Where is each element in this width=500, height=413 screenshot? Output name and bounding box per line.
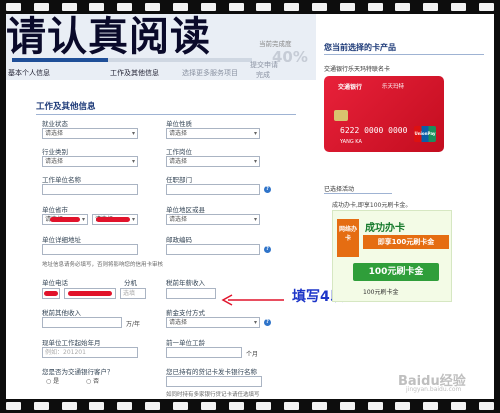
card-number: 6222 0000 0000 <box>340 126 408 135</box>
employment-status-select[interactable]: 请选择 <box>42 128 138 139</box>
selected-activity-label: 已选择活动 <box>324 186 355 193</box>
existing-customer-yes-label: 是 <box>53 378 60 385</box>
postal-code-input[interactable] <box>166 244 260 255</box>
recommender-note: 如同时持有多家银行贷记卡请任选填写 <box>166 392 260 398</box>
company-name-input[interactable] <box>42 184 138 195</box>
employment-status-label: 就业状态 <box>42 120 68 128</box>
company-nature-select[interactable]: 请选择 <box>166 128 260 139</box>
unionpay-logo-icon: UnionPay <box>414 126 436 142</box>
department-input[interactable] <box>166 184 260 195</box>
existing-customer-no[interactable]: ○ 否 <box>86 376 99 385</box>
promo-subline: 即享100元刷卡金 <box>363 235 449 249</box>
other-income-unit: 万/年 <box>126 321 141 328</box>
work-start-label: 现单位工作起始年月 <box>42 339 101 347</box>
company-name-label: 工作单位名称 <box>42 176 81 184</box>
promo-text: 成功办卡,即享100元刷卡金。 <box>332 202 412 209</box>
phone-ext-input[interactable]: 选填 <box>120 288 146 299</box>
company-address-input[interactable] <box>42 244 138 255</box>
other-income-label: 税前其他收入 <box>42 309 81 317</box>
step-work-info: 工作及其他信息 <box>110 69 159 77</box>
card-bank-name: 交通银行 <box>338 84 363 91</box>
address-note: 地址信息请务必填写，否则将影响您的信用卡审核 <box>42 262 164 268</box>
form-title-wrap: 工作及其他信息 <box>36 100 306 112</box>
promo-caption: 100元刷卡金 <box>363 289 399 296</box>
redaction-mark <box>44 291 58 296</box>
step-header: 请认真阅读 基本个人信息 工作及其他信息 选择更多服务项目 提交申请 完成 当前… <box>6 14 316 80</box>
promo-gift: 100元刷卡金 <box>353 263 439 281</box>
position-label: 工作岗位 <box>166 148 192 156</box>
film-perforations-bottom <box>6 399 494 413</box>
right-panel-divider <box>324 54 484 55</box>
salary-method-select[interactable]: 请选择 <box>166 317 260 328</box>
annotation-arrow-icon <box>221 294 284 306</box>
prev-job-years-input[interactable] <box>166 347 242 358</box>
industry-label: 行业类别 <box>42 148 68 156</box>
card-product-name: 交通银行乐天玛特联名卡 <box>324 66 391 73</box>
other-income-input[interactable] <box>42 317 122 328</box>
pre-tax-income-label: 税前年薪收入 <box>166 279 205 287</box>
step-progress-fill <box>12 58 108 62</box>
application-page: 请认真阅读 基本个人信息 工作及其他信息 选择更多服务项目 提交申请 完成 当前… <box>6 14 494 399</box>
step-more-services: 选择更多服务项目 <box>182 69 238 77</box>
company-nature-label: 单位性质 <box>166 120 192 128</box>
step-done: 完成 <box>256 71 270 79</box>
progress-label: 当前完成度 <box>259 40 292 48</box>
form-divider <box>36 114 296 115</box>
recommender-label: 您已持有的贷记卡发卡银行名称 <box>166 368 257 376</box>
company-phone-label: 单位电话 <box>42 279 68 287</box>
film-perforations-top <box>6 0 494 14</box>
card-holder: YANG KA <box>340 139 362 145</box>
form-title: 工作及其他信息 <box>36 102 96 112</box>
existing-customer-label: 您是否为交通银行客户？ <box>42 368 114 376</box>
selected-activity-divider <box>324 193 392 194</box>
redaction-mark <box>68 291 112 296</box>
card-chip-icon <box>334 110 348 121</box>
recommender-input[interactable] <box>166 376 262 387</box>
film-frame: 请认真阅读 基本个人信息 工作及其他信息 选择更多服务项目 提交申请 完成 当前… <box>0 0 500 413</box>
prev-job-years-unit: 个月 <box>246 351 259 358</box>
company-district-label: 单位地区或县 <box>166 206 205 214</box>
redaction-mark <box>96 217 130 222</box>
existing-customer-yes[interactable]: ○ 是 <box>46 376 59 385</box>
company-address-label: 单位详细地址 <box>42 236 81 244</box>
overlay-title: 请认真阅读 <box>6 14 211 60</box>
credit-card-image: 交通银行 乐天玛特 6222 0000 0000 YANG KA UnionPa… <box>324 76 444 152</box>
position-select[interactable]: 请选择 <box>166 156 260 167</box>
salary-method-help-icon[interactable]: ? <box>264 319 271 326</box>
postal-code-label: 邮政编码 <box>166 236 192 244</box>
postal-code-help-icon[interactable]: ? <box>264 246 271 253</box>
phone-ext-label: 分机 <box>124 279 137 287</box>
company-district-select[interactable]: 请选择 <box>166 214 260 225</box>
promo-headline: 成功办卡 <box>365 223 405 234</box>
watermark-url: jingyan.baidu.com <box>406 386 462 393</box>
selected-card-title: 您当前选择的卡产品 <box>324 43 396 52</box>
work-start-input[interactable]: 例如：201201 <box>42 347 138 358</box>
company-province-city-label: 单位省市 <box>42 206 68 214</box>
department-help-icon[interactable]: ? <box>264 186 271 193</box>
progress-value: 40% <box>272 48 308 66</box>
redaction-mark <box>50 217 80 222</box>
step-progress-bar <box>12 58 252 62</box>
pre-tax-income-input[interactable] <box>166 288 216 299</box>
department-label: 任职部门 <box>166 176 192 184</box>
salary-method-label: 薪金支付方式 <box>166 309 205 317</box>
industry-select[interactable]: 请选择 <box>42 156 138 167</box>
existing-customer-no-label: 否 <box>93 378 100 385</box>
promo-banner[interactable]: 网络办卡 成功办卡 即享100元刷卡金 100元刷卡金 100元刷卡金 <box>332 210 452 302</box>
prev-job-years-label: 前一单位工龄 <box>166 339 205 347</box>
card-brand-name: 乐天玛特 <box>382 84 405 90</box>
step-basic-info: 基本个人信息 <box>8 69 50 77</box>
online-apply-logo-icon: 网络办卡 <box>337 219 359 257</box>
